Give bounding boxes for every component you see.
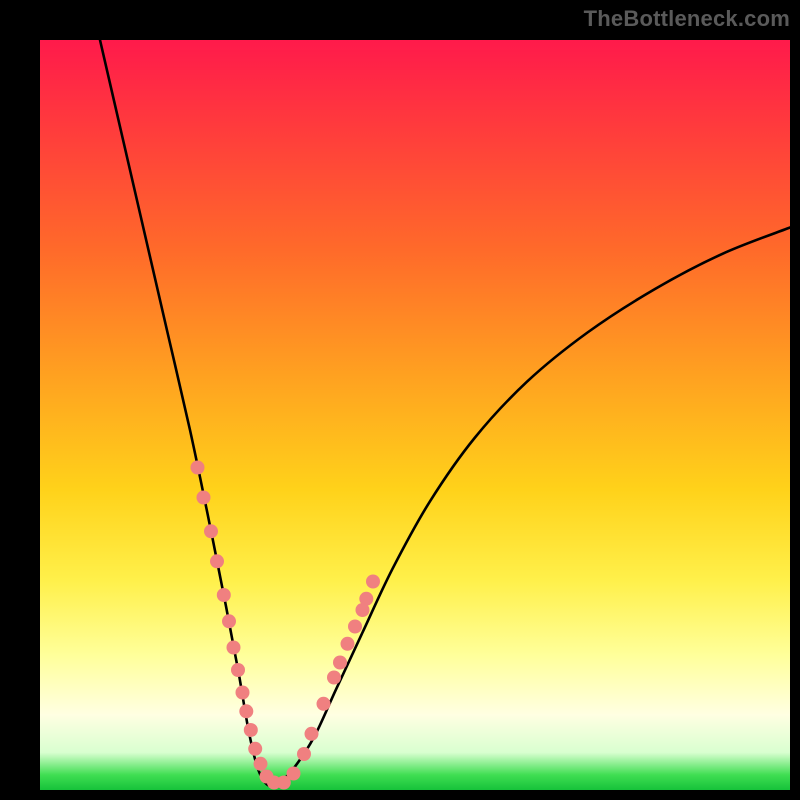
highlight-dot xyxy=(341,637,355,651)
highlight-dot xyxy=(366,575,380,589)
highlight-dot xyxy=(305,727,319,741)
highlight-dot xyxy=(191,461,205,475)
highlight-dot xyxy=(222,614,236,628)
highlight-dot xyxy=(248,742,262,756)
bottleneck-curve xyxy=(100,40,790,786)
highlight-dot xyxy=(204,524,218,538)
highlight-dot xyxy=(327,671,341,685)
highlight-dot xyxy=(231,663,245,677)
highlight-dot xyxy=(197,491,211,505)
plot-area xyxy=(40,40,790,790)
highlight-dot xyxy=(236,686,250,700)
highlight-dot xyxy=(317,697,331,711)
chart-svg xyxy=(40,40,790,790)
watermark-text: TheBottleneck.com xyxy=(584,6,790,32)
highlight-dot xyxy=(359,592,373,606)
highlight-dot xyxy=(348,620,362,634)
highlight-dots-group xyxy=(191,461,381,790)
highlight-dot xyxy=(239,704,253,718)
highlight-dot xyxy=(227,641,241,655)
highlight-dot xyxy=(254,757,268,771)
highlight-dot xyxy=(210,554,224,568)
highlight-dot xyxy=(217,588,231,602)
highlight-dot xyxy=(287,767,301,781)
highlight-dot xyxy=(244,723,258,737)
chart-frame: TheBottleneck.com xyxy=(0,0,800,800)
highlight-dot xyxy=(333,656,347,670)
highlight-dot xyxy=(297,747,311,761)
